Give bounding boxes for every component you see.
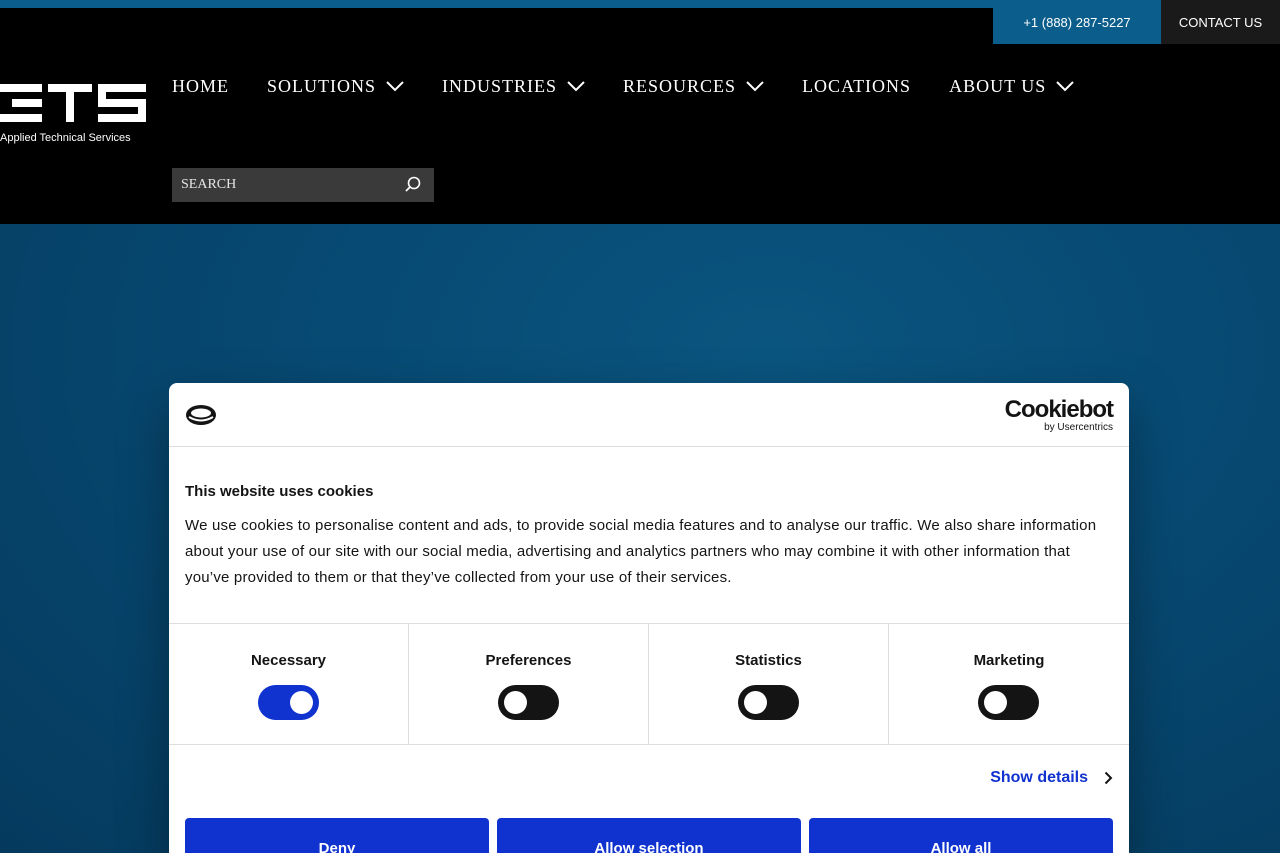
cookiebot-brand-sub: by Usercentrics [1044, 422, 1113, 433]
contact-us-button[interactable]: CONTACT US [1161, 0, 1280, 44]
switch-knob [504, 691, 527, 714]
toggle-label: Necessary [250, 652, 327, 669]
toggle-label: Preferences [485, 652, 572, 669]
switch-knob [744, 691, 767, 714]
show-details-label: Show details [990, 769, 1088, 786]
switch-knob [984, 691, 1007, 714]
toggle-label: Marketing [973, 652, 1045, 669]
nav-label: RESOURCES [623, 75, 737, 96]
necessary-switch[interactable] [258, 685, 319, 720]
search-box [172, 168, 434, 202]
consent-toggles: Necessary Preferences Statistics Marketi… [169, 623, 1129, 745]
toggle-cell-preferences: Preferences [409, 624, 649, 744]
search-icon[interactable] [404, 176, 422, 194]
statistics-switch[interactable] [738, 685, 799, 720]
deny-button[interactable]: Deny [185, 818, 489, 853]
phone-button[interactable]: +1 (888) 287-5227 [993, 0, 1161, 44]
nav-item-locations[interactable]: LOCATIONS [802, 76, 911, 97]
cookiebot-brand-name: Cookiebot [1004, 396, 1114, 423]
allow-all-button[interactable]: Allow all [809, 818, 1113, 853]
nav-label: HOME [172, 75, 229, 96]
nav-item-industries[interactable]: INDUSTRIES [442, 76, 585, 97]
main-nav: HOME SOLUTIONS INDUSTRIES RESOURCES LOCA… [172, 74, 1112, 98]
chevron-right-icon [1104, 771, 1113, 785]
chevron-down-icon [1056, 80, 1074, 91]
nav-item-resources[interactable]: RESOURCES [623, 76, 764, 97]
top-bar: +1 (888) 287-5227 CONTACT US [0, 0, 1280, 44]
nav-label: INDUSTRIES [442, 75, 558, 96]
switch-knob [290, 691, 313, 714]
nav-item-home[interactable]: HOME [172, 76, 229, 97]
cookiebot-logo[interactable]: Cookiebot by Usercentrics [1004, 396, 1114, 433]
dialog-header: Cookiebot by Usercentrics [169, 383, 1129, 447]
nav-item-solutions[interactable]: SOLUTIONS [267, 76, 404, 97]
cookiebot-icon [186, 405, 216, 425]
chevron-down-icon [746, 80, 764, 91]
search-input[interactable] [172, 177, 392, 193]
nav-label: ABOUT US [949, 75, 1047, 96]
dialog-body-text: We use cookies to personalise content an… [185, 517, 1097, 586]
cookie-consent-dialog: Cookiebot by Usercentrics This website u… [169, 383, 1129, 853]
chevron-down-icon [567, 80, 585, 91]
preferences-switch[interactable] [498, 685, 559, 720]
ats-logo-mark [0, 84, 146, 122]
toggle-cell-necessary: Necessary [169, 624, 409, 744]
allow-selection-button[interactable]: Allow selection [497, 818, 801, 853]
nav-label: LOCATIONS [802, 75, 912, 96]
nav-label: SOLUTIONS [267, 75, 377, 96]
chevron-down-icon [386, 80, 404, 91]
logo-text: Applied Technical Services [0, 132, 131, 144]
toggle-label: Statistics [735, 652, 802, 669]
toggle-cell-marketing: Marketing [889, 624, 1129, 744]
marketing-switch[interactable] [978, 685, 1039, 720]
show-details-link[interactable]: Show details [990, 769, 1113, 787]
nav-item-about-us[interactable]: ABOUT US [949, 76, 1074, 97]
dialog-title: This website uses cookies [185, 483, 374, 500]
toggle-cell-statistics: Statistics [649, 624, 889, 744]
